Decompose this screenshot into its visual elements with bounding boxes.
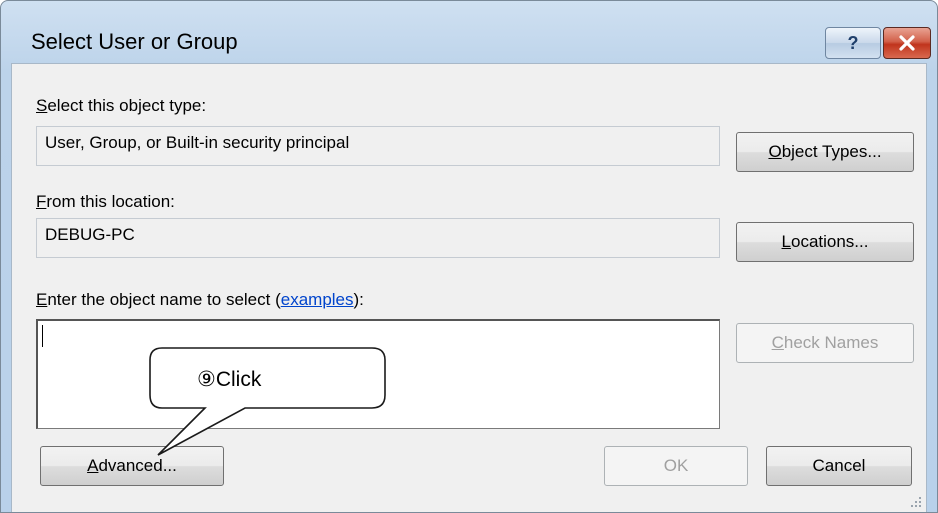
dialog-window: Select User or Group ? Select this objec…: [0, 0, 938, 513]
text-caret: [42, 325, 43, 347]
locations-button[interactable]: Locations...: [736, 222, 914, 262]
object-name-label: Enter the object name to select (example…: [36, 290, 364, 309]
ok-button[interactable]: OK: [604, 446, 748, 486]
window-title: Select User or Group: [31, 29, 238, 54]
location-field: DEBUG-PC: [36, 218, 720, 258]
title-bar[interactable]: Select User or Group ?: [1, 1, 937, 63]
close-button[interactable]: [883, 27, 931, 59]
advanced-button[interactable]: Advanced...: [40, 446, 224, 486]
locations-button-label: Locations...: [781, 232, 869, 251]
location-label: From this location:: [36, 192, 175, 211]
check-names-button[interactable]: Check Names: [736, 323, 914, 363]
resize-grip-icon[interactable]: [910, 496, 922, 508]
object-type-field: User, Group, or Built-in security princi…: [36, 126, 720, 166]
object-types-button-label: Object Types...: [768, 142, 882, 161]
dialog-content: Select this object type: User, Group, or…: [11, 63, 927, 512]
check-names-button-label: Check Names: [771, 333, 879, 352]
close-icon: [899, 35, 915, 51]
location-value: DEBUG-PC: [45, 225, 135, 244]
ok-button-label: OK: [663, 456, 689, 475]
object-type-label: Select this object type:: [36, 96, 207, 115]
advanced-button-label: Advanced...: [87, 456, 177, 475]
examples-link[interactable]: examples: [281, 290, 354, 309]
object-type-value: User, Group, or Built-in security princi…: [45, 133, 350, 152]
cancel-button[interactable]: Cancel: [766, 446, 912, 486]
object-types-button[interactable]: Object Types...: [736, 132, 914, 172]
cancel-button-label: Cancel: [812, 456, 866, 475]
help-button[interactable]: ?: [825, 27, 881, 59]
help-icon: ?: [847, 32, 859, 53]
object-name-input[interactable]: [36, 319, 720, 429]
